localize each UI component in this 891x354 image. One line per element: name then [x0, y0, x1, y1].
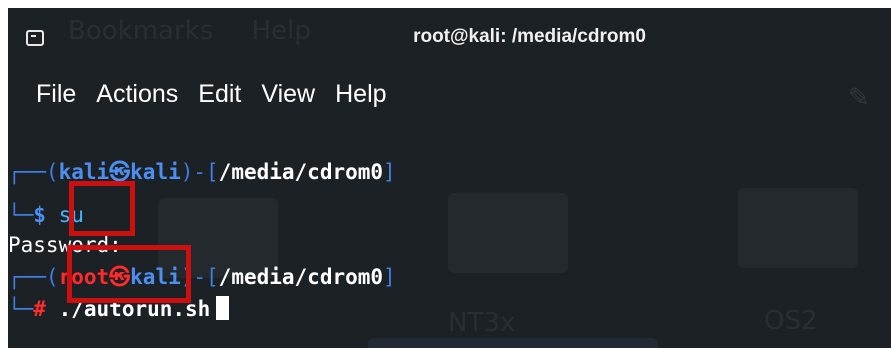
background-ghost-label: OS2 [764, 306, 818, 336]
prompt-corner: ┌──( [8, 160, 59, 184]
menu-view[interactable]: View [259, 78, 317, 111]
menu-help[interactable]: Help [333, 78, 388, 111]
menu-file[interactable]: File [34, 78, 78, 111]
annotation-highlight-root [67, 245, 191, 303]
prompt-path: /media/cdrom0 [218, 160, 384, 184]
text-cursor [216, 296, 230, 320]
pencil-icon: ✎ [848, 83, 870, 113]
window-title: root@kali: /media/cdrom0 [413, 26, 646, 47]
terminal-window: Bookmarks Help NT3x OS2 ✎ root@kali: /me… [8, 8, 891, 348]
menu-bar: File Actions Edit View Help [34, 78, 389, 111]
menu-actions[interactable]: Actions [94, 78, 180, 111]
background-ghost-shape [368, 338, 658, 348]
prompt-corner: └─ [8, 203, 34, 227]
prompt-sigil: $ [33, 203, 46, 227]
prompt-host: kali [130, 160, 181, 184]
title-bar[interactable]: root@kali: /media/cdrom0 [8, 8, 891, 66]
prompt-sigil-root: # [33, 297, 46, 321]
background-ghost-label: NT3x [448, 308, 516, 338]
annotation-highlight-su [69, 181, 135, 236]
prompt-line-kali: ┌──(kali㉿kali)-[/media/cdrom0] [8, 158, 396, 186]
prompt-close: ] [383, 160, 396, 184]
prompt-path: /media/cdrom0 [218, 265, 384, 289]
prompt-separator: )-[ [180, 160, 219, 184]
prompt-corner: └─ [8, 297, 34, 321]
prompt-close: ] [383, 265, 396, 289]
prompt-corner: ┌──( [8, 265, 59, 289]
background-ghost-shape [738, 188, 858, 268]
background-ghost-shape [448, 193, 568, 273]
menu-edit[interactable]: Edit [196, 78, 243, 111]
